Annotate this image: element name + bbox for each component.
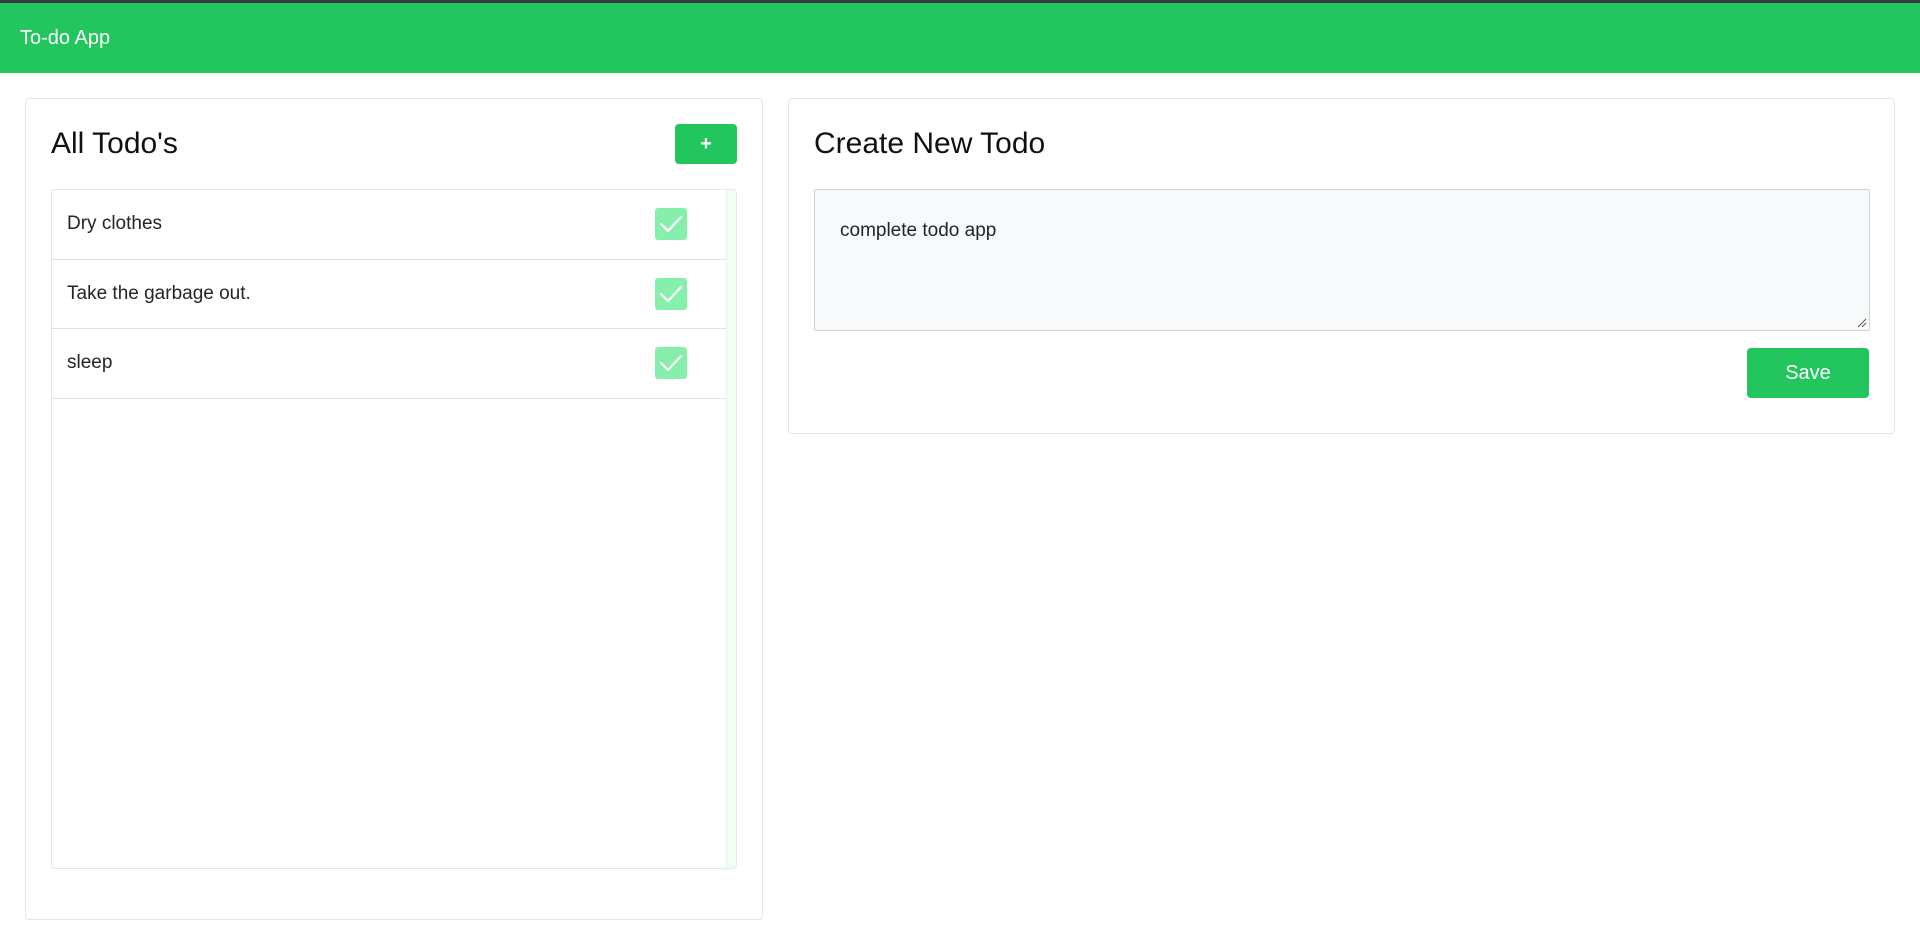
create-todo-title: Create New Todo [814,127,1046,160]
todo-list-items: Dry clothes Take the garbage out. sleep [52,190,727,868]
todo-list-card: All Todo's + Dry clothes Take the garbag… [25,98,763,920]
todo-input-wrapper: complete todo app [814,189,1870,331]
app-brand[interactable]: To-do App [20,27,110,50]
todo-item-text: Take the garbage out. [67,282,251,304]
check-icon [659,216,683,233]
todo-item-text: Dry clothes [67,213,163,235]
create-todo-card: Create New Todo complete todo app Save [788,98,1895,434]
add-todo-button[interactable]: + [675,124,737,164]
todo-item[interactable]: sleep [52,329,727,399]
navbar: To-do App [0,0,1920,73]
check-icon [659,355,683,372]
todo-list[interactable]: Dry clothes Take the garbage out. sleep [51,189,737,869]
todo-item[interactable]: Dry clothes [52,190,727,260]
todo-item-text: sleep [67,352,113,374]
save-button[interactable]: Save [1747,348,1869,398]
complete-checkbox[interactable] [655,208,687,241]
resize-handle-icon[interactable] [1857,318,1867,328]
todo-list-title: All Todo's [51,127,178,160]
todo-item[interactable]: Take the garbage out. [52,260,727,329]
complete-checkbox[interactable] [655,277,687,310]
complete-checkbox[interactable] [655,347,687,380]
check-icon [659,285,683,302]
list-scrollbar[interactable] [726,190,736,868]
todo-input[interactable]: complete todo app [814,189,1870,331]
